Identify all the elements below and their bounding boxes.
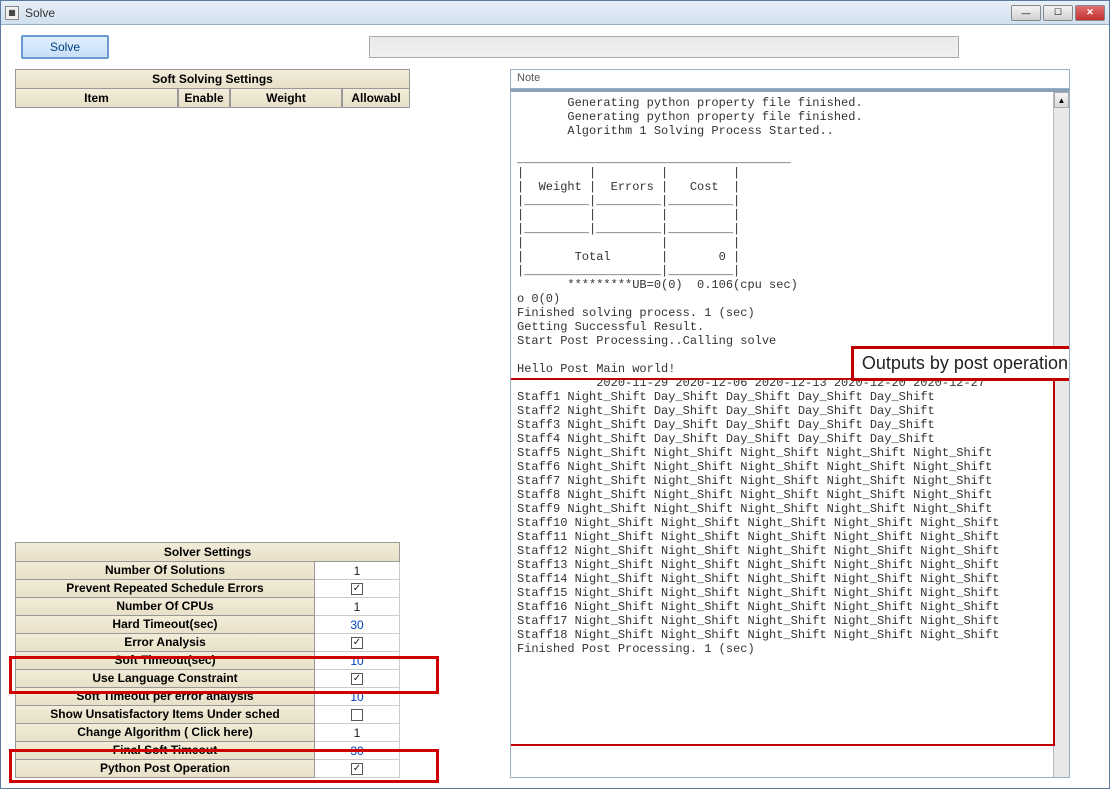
minimize-button[interactable]: —: [1011, 5, 1041, 21]
progress-bar: [369, 36, 959, 58]
solver-row-label: Prevent Repeated Schedule Errors: [15, 580, 315, 598]
solver-row-value[interactable]: 30: [315, 742, 400, 760]
solver-row-value[interactable]: 1: [315, 562, 400, 580]
solver-row-label: Final Soft Timeout: [15, 742, 315, 760]
soft-settings-panel: Soft Solving Settings Item Enable Weight…: [15, 69, 410, 428]
solver-settings-panel: Solver Settings Number Of Solutions1Prev…: [15, 542, 400, 778]
note-header: Note: [510, 69, 1070, 89]
solver-row: Python Post Operation ✓: [15, 760, 400, 778]
solver-row-label: Soft Timeout(sec): [15, 652, 315, 670]
solver-row: Change Algorithm ( Click here)1: [15, 724, 400, 742]
soft-col-allowabl: Allowabl: [342, 89, 410, 108]
solver-row: Show Unsatisfactory Items Under sched: [15, 706, 400, 724]
solver-row-value[interactable]: 1: [315, 598, 400, 616]
vertical-scrollbar[interactable]: ▲: [1053, 92, 1069, 777]
solver-row-label: Number Of Solutions: [15, 562, 315, 580]
solver-row: Soft Timeout(sec)10: [15, 652, 400, 670]
solver-row-value[interactable]: ✓: [315, 670, 400, 688]
annotation-label: Outputs by post operation: [851, 346, 1070, 381]
solver-row: Use Language Constraint ✓: [15, 670, 400, 688]
log-output[interactable]: Generating python property file finished…: [511, 92, 1069, 777]
solver-row-label: Use Language Constraint: [15, 670, 315, 688]
solver-row-label: Hard Timeout(sec): [15, 616, 315, 634]
checkbox[interactable]: ✓: [351, 583, 363, 595]
solver-row-label: Show Unsatisfactory Items Under sched: [15, 706, 315, 724]
solver-title: Solver Settings: [15, 542, 400, 562]
solver-row-label: Soft Timeout per error analysis: [15, 688, 315, 706]
solver-row-label: Error Analysis: [15, 634, 315, 652]
solver-row-value[interactable]: ✓: [315, 760, 400, 778]
solver-row: Final Soft Timeout30: [15, 742, 400, 760]
solve-button[interactable]: Solve: [21, 35, 109, 59]
app-icon: ▦: [5, 6, 19, 20]
solver-row: Error Analysis ✓: [15, 634, 400, 652]
solver-row-value[interactable]: ✓: [315, 580, 400, 598]
checkbox[interactable]: ✓: [351, 763, 363, 775]
solver-row-value[interactable]: 10: [315, 652, 400, 670]
solver-row: Soft Timeout per error analysis10: [15, 688, 400, 706]
soft-title: Soft Solving Settings: [15, 69, 410, 89]
solver-row-value[interactable]: 1: [315, 724, 400, 742]
solver-row-label: Change Algorithm ( Click here): [15, 724, 315, 742]
checkbox[interactable]: ✓: [351, 673, 363, 685]
note-area: Generating python property file finished…: [510, 89, 1070, 778]
titlebar[interactable]: ▦ Solve — ☐ ✕: [1, 1, 1109, 25]
solver-row-label: Python Post Operation: [15, 760, 315, 778]
window-title: Solve: [25, 6, 1011, 20]
solver-row: Prevent Repeated Schedule Errors ✓: [15, 580, 400, 598]
solver-row-value[interactable]: 30: [315, 616, 400, 634]
solver-row-value[interactable]: 10: [315, 688, 400, 706]
soft-col-enable: Enable: [178, 89, 230, 108]
solver-row: Hard Timeout(sec)30: [15, 616, 400, 634]
soft-col-item: Item: [15, 89, 178, 108]
close-button[interactable]: ✕: [1075, 5, 1105, 21]
scroll-up-icon[interactable]: ▲: [1054, 92, 1069, 108]
solver-row-value[interactable]: ✓: [315, 634, 400, 652]
solve-window: ▦ Solve — ☐ ✕ Solve Soft Solving Setting…: [0, 0, 1110, 789]
solver-row: Number Of Solutions1: [15, 562, 400, 580]
soft-col-weight: Weight: [230, 89, 342, 108]
checkbox[interactable]: [351, 709, 363, 721]
maximize-button[interactable]: ☐: [1043, 5, 1073, 21]
solver-row-label: Number Of CPUs: [15, 598, 315, 616]
solver-row-value[interactable]: [315, 706, 400, 724]
solver-row: Number Of CPUs1: [15, 598, 400, 616]
checkbox[interactable]: ✓: [351, 637, 363, 649]
